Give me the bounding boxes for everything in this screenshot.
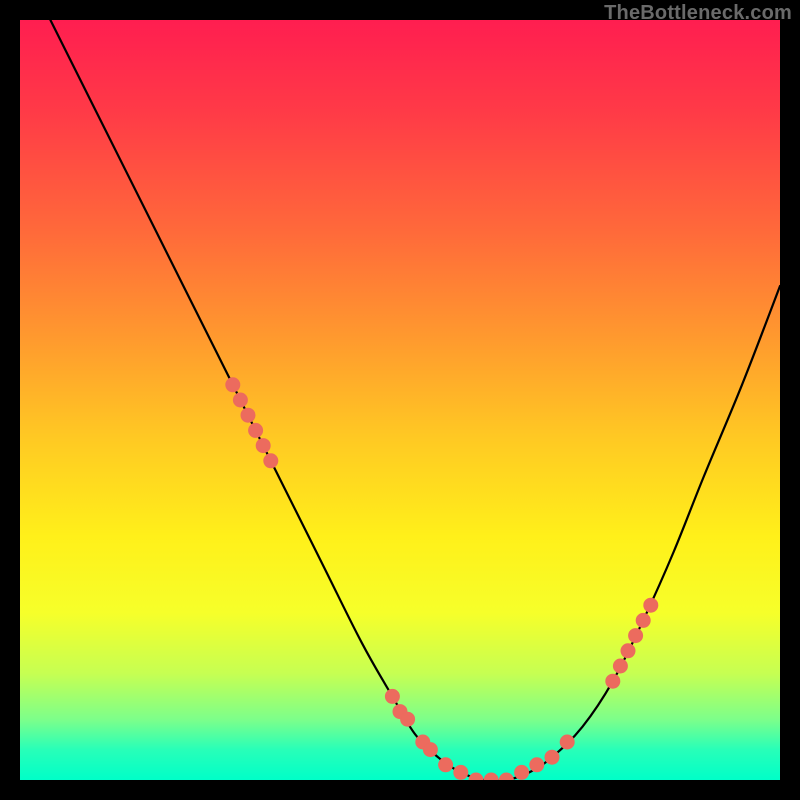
data-marker [636, 613, 650, 627]
data-marker [385, 689, 399, 703]
data-marker [560, 735, 574, 749]
data-marker [423, 743, 437, 757]
data-marker [606, 674, 620, 688]
data-marker [499, 773, 513, 780]
data-marker [401, 712, 415, 726]
data-marker [530, 758, 544, 772]
chart-svg [20, 20, 780, 780]
data-marker [629, 629, 643, 643]
data-marker [484, 773, 498, 780]
data-marker [249, 423, 263, 437]
data-marker [241, 408, 255, 422]
chart-frame: TheBottleneck.com [0, 0, 800, 800]
data-marker [515, 765, 529, 779]
plot-area [20, 20, 780, 780]
data-marker [454, 765, 468, 779]
data-marker [226, 378, 240, 392]
watermark-text: TheBottleneck.com [604, 2, 792, 25]
data-marker [545, 750, 559, 764]
data-marker [644, 598, 658, 612]
curve-path [50, 20, 780, 780]
marker-group [226, 378, 658, 780]
data-marker [439, 758, 453, 772]
data-marker [256, 439, 270, 453]
data-marker [621, 644, 635, 658]
data-marker [233, 393, 247, 407]
data-marker [469, 773, 483, 780]
data-marker [613, 659, 627, 673]
data-marker [264, 454, 278, 468]
